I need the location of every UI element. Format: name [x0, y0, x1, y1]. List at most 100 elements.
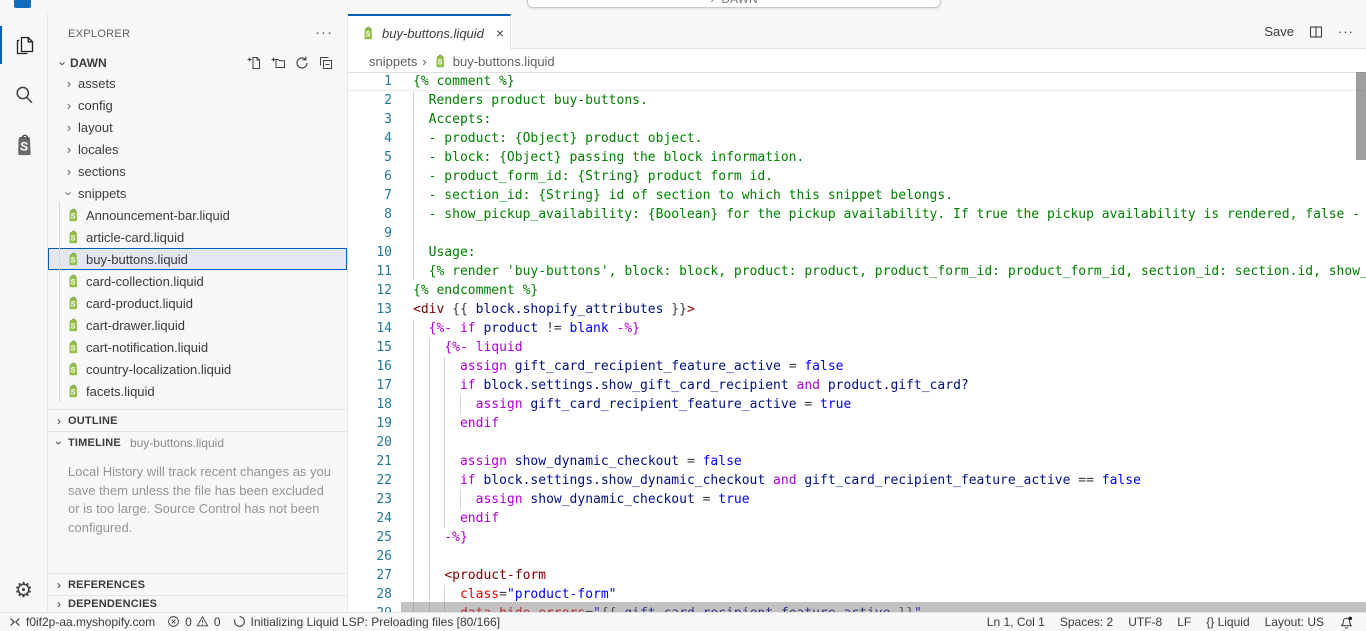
code-token [413, 587, 460, 602]
collapse-all-icon[interactable] [318, 55, 334, 71]
code-line-4[interactable]: 4 - product: {Object} product object. [348, 129, 1366, 148]
code-editor[interactable]: 1{% comment %}2 Renders product buy-butt… [348, 72, 1366, 612]
tree-folder-config[interactable]: ›config [48, 94, 347, 116]
code-line-21[interactable]: 21 assign show_dynamic_checkout = false [348, 452, 1366, 471]
tree-file-cart-drawer.liquid[interactable]: Scart-drawer.liquid [48, 314, 347, 336]
code-line-26[interactable]: 26 [348, 547, 1366, 566]
code-line-11[interactable]: 11 {% render 'buy-buttons', block: block… [348, 262, 1366, 281]
code-line-9[interactable]: 9 [348, 224, 1366, 243]
keyboard-layout[interactable]: Layout: US [1265, 615, 1324, 629]
code-line-13[interactable]: 13<div {{ block.shopify_attributes }}> [348, 300, 1366, 319]
tree-file-card-product.liquid[interactable]: Scard-product.liquid [48, 292, 347, 314]
eol-sequence[interactable]: LF [1177, 615, 1191, 629]
code-line-12[interactable]: 12{% endcomment %} [348, 281, 1366, 300]
code-token: > [687, 302, 695, 317]
code-line-5[interactable]: 5 - block: {Object} passing the block in… [348, 148, 1366, 167]
tree-root-dawn[interactable]: › DAWN [48, 52, 347, 74]
section-references[interactable]: › REFERENCES [48, 573, 347, 595]
code-line-20[interactable]: 20 [348, 433, 1366, 452]
tree-folder-sections[interactable]: ›sections [48, 160, 347, 182]
line-number: 18 [348, 395, 392, 414]
code-token: product.gift_card? [820, 378, 969, 393]
code-line-18[interactable]: 18 assign gift_card_recipient_feature_ac… [348, 395, 1366, 414]
breadcrumb-file[interactable]: buy-buttons.liquid [453, 54, 555, 69]
tree-folder-snippets[interactable]: ›snippets [48, 182, 347, 204]
tree-file-facets.liquid[interactable]: Sfacets.liquid [48, 380, 347, 402]
language-mode[interactable]: {} Liquid [1206, 615, 1249, 629]
tree-folder-assets[interactable]: ›assets [48, 72, 347, 94]
section-outline[interactable]: › OUTLINE [48, 409, 347, 431]
chevron-right-icon: › [53, 578, 65, 592]
settings-gear-button[interactable]: ⚙ [0, 574, 47, 606]
code-line-2[interactable]: 2 Renders product buy-buttons. [348, 91, 1366, 110]
indent-guide-line [413, 319, 414, 338]
code-line-27[interactable]: 27 <product-form [348, 566, 1366, 585]
split-editor-icon[interactable] [1308, 24, 1324, 40]
indent-guide-line [444, 395, 445, 414]
line-number: 20 [348, 433, 392, 452]
code-line-7[interactable]: 7 - section_id: {String} id of section t… [348, 186, 1366, 205]
horizontal-scrollbar[interactable] [401, 602, 1366, 612]
new-folder-icon[interactable] [270, 55, 286, 71]
close-icon[interactable]: × [496, 25, 504, 41]
tree-file-cart-notification.liquid[interactable]: Scart-notification.liquid [48, 336, 347, 358]
tree-folder-locales[interactable]: ›locales [48, 138, 347, 160]
problems-indicator[interactable]: 0 0 [167, 615, 220, 629]
activity-search-button[interactable] [0, 76, 47, 114]
line-number: 21 [348, 452, 392, 471]
app-logo-icon [14, 0, 31, 8]
code-line-3[interactable]: 3 Accepts: [348, 110, 1366, 129]
code-token: if [460, 378, 476, 393]
save-button[interactable]: Save [1264, 24, 1294, 39]
tree-item-label: card-collection.liquid [86, 274, 204, 289]
sidebar-explorer: EXPLORER ··· › DAWN ›assets›config›layou… [48, 14, 348, 612]
code-line-8[interactable]: 8 - show_pickup_availability: {Boolean} … [348, 205, 1366, 224]
cursor-position[interactable]: Ln 1, Col 1 [987, 615, 1045, 629]
tree-item-label: Announcement-bar.liquid [86, 208, 230, 223]
remote-indicator[interactable]: f0if2p-aa.myshopify.com [8, 615, 155, 629]
code-line-6[interactable]: 6 - product_form_id: {String} product fo… [348, 167, 1366, 186]
explorer-more-button[interactable]: ··· [315, 24, 333, 41]
code-token: if [460, 321, 476, 336]
line-number: 3 [348, 110, 392, 129]
activity-shopify-button[interactable]: S [0, 126, 47, 164]
code-line-15[interactable]: 15 {%- liquid [348, 338, 1366, 357]
tab-label: buy-buttons.liquid [382, 26, 484, 41]
tab-buy-buttons[interactable]: S buy-buttons.liquid × [348, 14, 511, 50]
tree-file-buy-buttons.liquid[interactable]: Sbuy-buttons.liquid [48, 248, 347, 270]
lsp-status[interactable]: Initializing Liquid LSP: Preloading file… [233, 615, 501, 629]
new-file-icon[interactable] [246, 55, 262, 71]
code-token: show_dynamic_checkout [523, 492, 703, 507]
code-line-24[interactable]: 24 endif [348, 509, 1366, 528]
tree-file-article-card.liquid[interactable]: Sarticle-card.liquid [48, 226, 347, 248]
code-line-17[interactable]: 17 if block.settings.show_gift_card_reci… [348, 376, 1366, 395]
vertical-scrollbar[interactable] [1356, 72, 1366, 160]
tree-file-Announcement-bar.liquid[interactable]: SAnnouncement-bar.liquid [48, 204, 347, 226]
notifications-bell-icon[interactable] [1339, 615, 1354, 630]
command-center[interactable]: › DAWN [527, 0, 941, 8]
section-dependencies[interactable]: › DEPENDENCIES [48, 595, 347, 612]
code-line-10[interactable]: 10 Usage: [348, 243, 1366, 262]
code-line-19[interactable]: 19 endif [348, 414, 1366, 433]
encoding[interactable]: UTF-8 [1128, 615, 1162, 629]
refresh-icon[interactable] [294, 55, 310, 71]
timeline-file-label: buy-buttons.liquid [130, 436, 224, 450]
code-line-23[interactable]: 23 assign show_dynamic_checkout = true [348, 490, 1366, 509]
indentation[interactable]: Spaces: 2 [1060, 615, 1113, 629]
code-token: endif [460, 416, 499, 431]
code-token [413, 321, 429, 336]
code-line-1[interactable]: 1{% comment %} [348, 72, 1366, 91]
code-line-14[interactable]: 14 {%- if product != blank -%} [348, 319, 1366, 338]
breadcrumb-folder[interactable]: snippets [369, 54, 417, 69]
tree-folder-layout[interactable]: ›layout [48, 116, 347, 138]
section-timeline[interactable]: › TIMELINE buy-buttons.liquid [48, 431, 347, 453]
code-line-22[interactable]: 22 if block.settings.show_dynamic_checko… [348, 471, 1366, 490]
code-token: Usage: [413, 245, 476, 260]
tree-file-country-localization.liquid[interactable]: Scountry-localization.liquid [48, 358, 347, 380]
more-actions-button[interactable]: ··· [1338, 24, 1354, 39]
tree-file-card-collection.liquid[interactable]: Scard-collection.liquid [48, 270, 347, 292]
line-number: 27 [348, 566, 392, 585]
code-line-16[interactable]: 16 assign gift_card_recipient_feature_ac… [348, 357, 1366, 376]
code-line-25[interactable]: 25 -%} [348, 528, 1366, 547]
activity-explorer-button[interactable] [0, 26, 47, 64]
